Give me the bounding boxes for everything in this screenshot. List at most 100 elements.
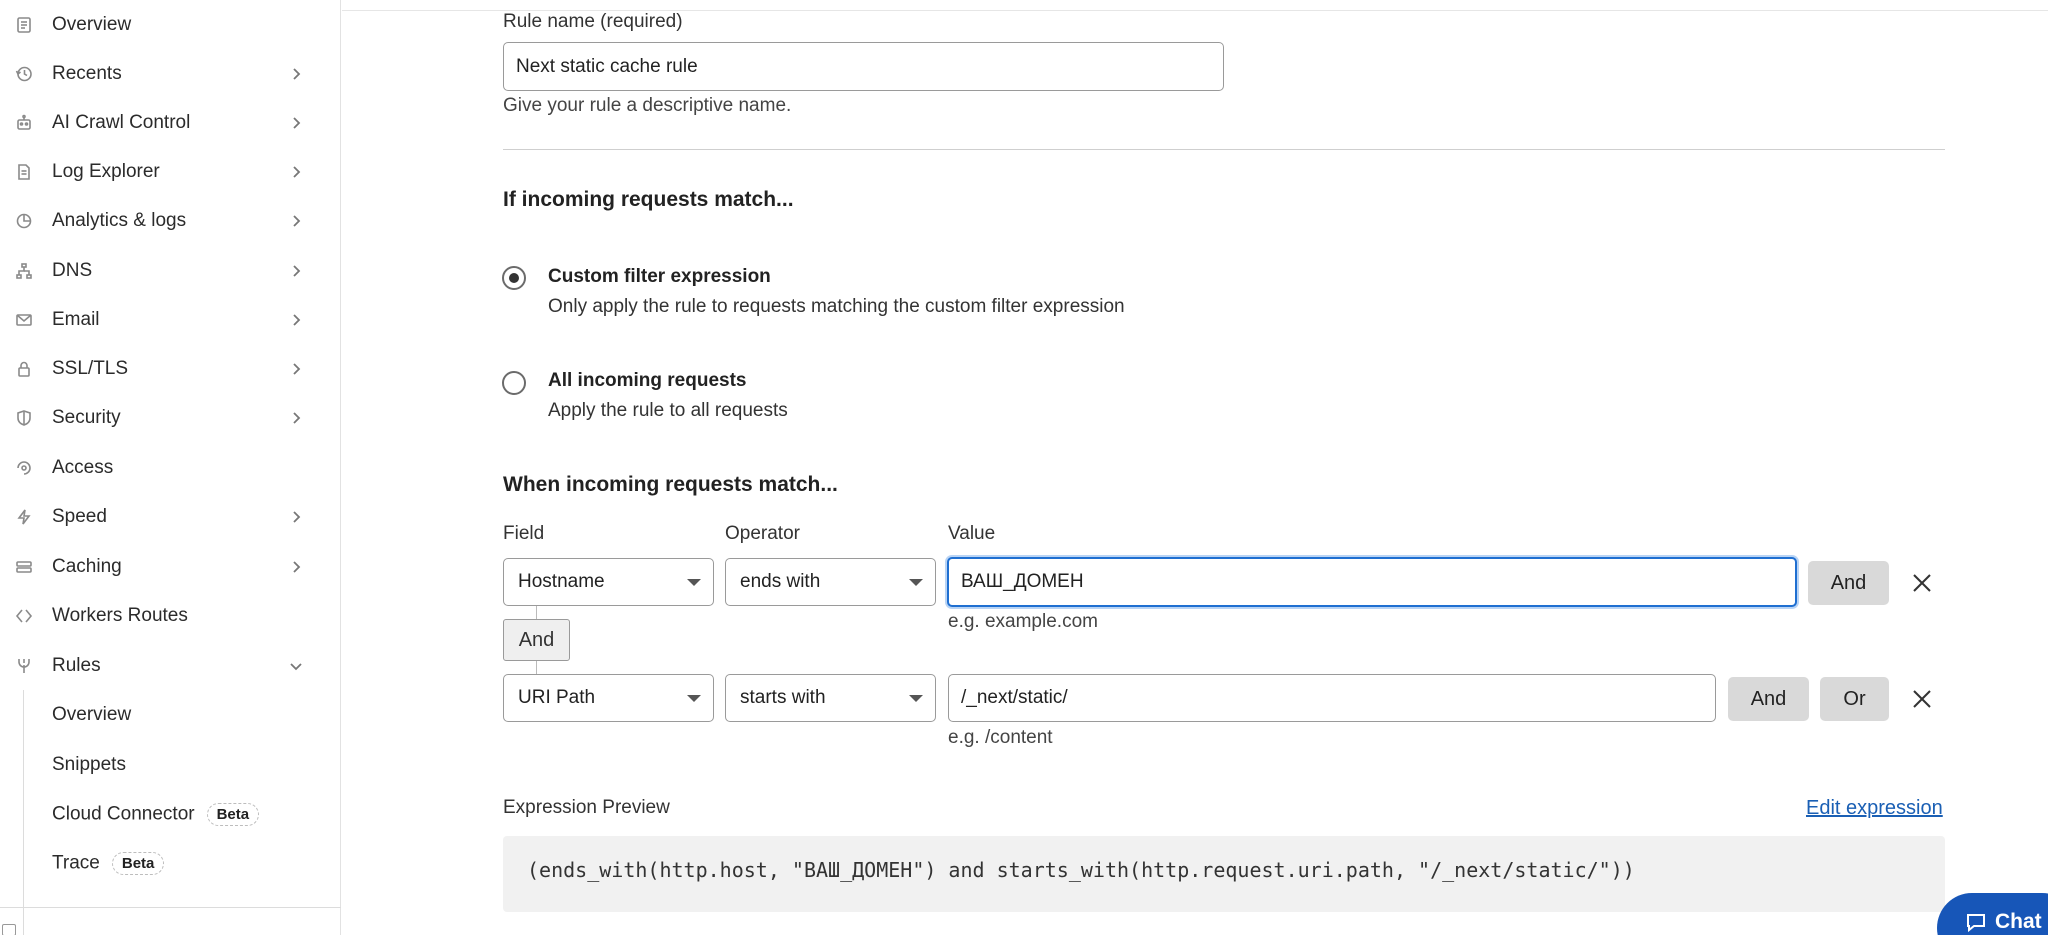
row2-value-hint: e.g. /content	[948, 727, 1053, 748]
operator-column-label: Operator	[725, 523, 800, 544]
sidebar-subitem-trace[interactable]: Trace Beta	[0, 843, 341, 883]
trace-label: Trace	[52, 852, 100, 874]
expression-preview-box: (ends_with(http.host, "ВАШ_ДОМЕН") and s…	[503, 836, 1945, 912]
sidebar-subitem-label: Cloud Connector Beta	[52, 802, 260, 826]
sidebar-subitem-cloud-connector[interactable]: Cloud Connector Beta	[0, 794, 341, 834]
sidebar-footer-divider	[0, 907, 341, 908]
connector-line-bottom	[536, 661, 537, 674]
row1-value-input[interactable]	[947, 557, 1797, 607]
rule-name-input[interactable]	[503, 42, 1224, 91]
sidebar-item-speed[interactable]: Speed	[0, 497, 341, 537]
sidebar-item-access[interactable]: Access	[0, 448, 341, 488]
row2-field-select[interactable]: URI Path	[503, 674, 714, 722]
sidebar-item-workers-routes[interactable]: Workers Routes	[0, 596, 341, 636]
rule-name-hint: Give your rule a descriptive name.	[503, 95, 792, 116]
chat-button[interactable]: Chat	[1937, 893, 2048, 935]
sidebar-item-label: Rules	[52, 655, 101, 676]
sidebar-item-label: SSL/TLS	[52, 358, 129, 379]
row1-and-button[interactable]: And	[1808, 561, 1889, 605]
row2-remove-icon[interactable]	[1910, 687, 1934, 711]
sidebar-item-overview[interactable]: Overview	[0, 5, 341, 45]
custom-filter-description: Only apply the rule to requests matching…	[548, 296, 1125, 317]
beta-badge: Beta	[206, 802, 260, 826]
caret-down-icon	[687, 579, 701, 586]
field-column-label: Field	[503, 523, 545, 544]
lightning-icon	[14, 507, 34, 527]
caret-down-icon	[687, 695, 701, 702]
sidebar-subitem-rules-overview[interactable]: Overview	[0, 695, 341, 735]
chevron-right-icon	[288, 66, 304, 82]
sidebar-item-label: Overview	[52, 14, 132, 35]
row2-or-button[interactable]: Or	[1820, 677, 1889, 721]
sidebar-subitem-label: Trace Beta	[52, 851, 165, 875]
if-incoming-heading: If incoming requests match...	[503, 188, 794, 211]
row2-and-button[interactable]: And	[1728, 677, 1809, 721]
sidebar-subitem-snippets[interactable]: Snippets	[0, 745, 341, 785]
row1-field-value: Hostname	[518, 571, 605, 592]
sidebar-item-label: Caching	[52, 556, 122, 577]
sidebar-item-ssl-tls[interactable]: SSL/TLS	[0, 349, 341, 389]
sidebar-item-label: Log Explorer	[52, 161, 160, 182]
sidebar-item-rules[interactable]: Rules	[0, 646, 341, 686]
sidebar-item-dns[interactable]: DNS	[0, 251, 341, 291]
sidebar-item-recents[interactable]: Recents	[0, 54, 341, 94]
sidebar-subitem-label: Overview	[52, 704, 132, 725]
sidebar-item-ai-crawl-control[interactable]: AI Crawl Control	[0, 103, 341, 143]
row1-operator-select[interactable]: ends with	[725, 558, 936, 606]
sidebar-subitem-label: Snippets	[52, 754, 126, 775]
history-icon	[14, 64, 34, 84]
log-file-icon	[14, 162, 34, 182]
row1-operator-value: ends with	[740, 571, 821, 592]
rules-fork-icon	[14, 656, 34, 676]
sidebar-item-caching[interactable]: Caching	[0, 547, 341, 587]
caret-down-icon	[909, 579, 923, 586]
chevron-right-icon	[288, 509, 304, 525]
row2-operator-value: starts with	[740, 687, 826, 708]
sidebar-item-email[interactable]: Email	[0, 300, 341, 340]
row2-operator-select[interactable]: starts with	[725, 674, 936, 722]
sidebar-item-label: Access	[52, 457, 114, 478]
section-divider	[503, 149, 1945, 150]
sidebar-item-label: DNS	[52, 260, 93, 281]
chevron-right-icon	[288, 559, 304, 575]
sidebar-item-label: Recents	[52, 63, 122, 84]
chevron-right-icon	[288, 213, 304, 229]
lock-icon	[14, 359, 34, 379]
sidebar-item-label: Speed	[52, 506, 107, 527]
cloud-connector-label: Cloud Connector	[52, 803, 195, 825]
row2-value-input[interactable]	[948, 674, 1716, 722]
chevron-down-icon	[288, 658, 304, 674]
workers-diamond-icon	[14, 606, 34, 626]
envelope-icon	[14, 310, 34, 330]
row1-field-select[interactable]: Hostname	[503, 558, 714, 606]
sidebar-item-security[interactable]: Security	[0, 398, 341, 438]
custom-filter-radio[interactable]	[502, 266, 526, 290]
pie-chart-icon	[14, 211, 34, 231]
chevron-right-icon	[288, 115, 304, 131]
chevron-right-icon	[288, 410, 304, 426]
sidebar-item-label: Workers Routes	[52, 605, 188, 626]
connector-and-chip[interactable]: And	[503, 619, 570, 661]
sidebar-item-label: Email	[52, 309, 100, 330]
value-column-label: Value	[948, 523, 996, 544]
row1-value-hint: e.g. example.com	[948, 611, 1098, 632]
sidebar: Overview Recents AI Crawl Control Log Ex…	[0, 0, 341, 935]
rule-name-label: Rule name (required)	[503, 11, 683, 32]
connector-line-top	[536, 606, 537, 619]
document-icon	[14, 15, 34, 35]
sidebar-item-label: Analytics & logs	[52, 210, 187, 231]
beta-badge: Beta	[111, 851, 165, 875]
shield-icon	[14, 408, 34, 428]
sidebar-item-log-explorer[interactable]: Log Explorer	[0, 152, 341, 192]
network-tree-icon	[14, 261, 34, 281]
edit-expression-link[interactable]: Edit expression	[1806, 797, 1943, 820]
all-requests-radio[interactable]	[502, 371, 526, 395]
expression-code: (ends_with(http.host, "ВАШ_ДОМЕН") and s…	[527, 858, 1635, 882]
sidebar-item-analytics-logs[interactable]: Analytics & logs	[0, 201, 341, 241]
robot-icon	[14, 113, 34, 133]
row1-remove-icon[interactable]	[1910, 571, 1934, 595]
collapse-sidebar-icon[interactable]	[2, 924, 16, 935]
chevron-right-icon	[288, 164, 304, 180]
chat-label: Chat	[1995, 910, 2042, 933]
all-requests-title: All incoming requests	[548, 370, 747, 391]
